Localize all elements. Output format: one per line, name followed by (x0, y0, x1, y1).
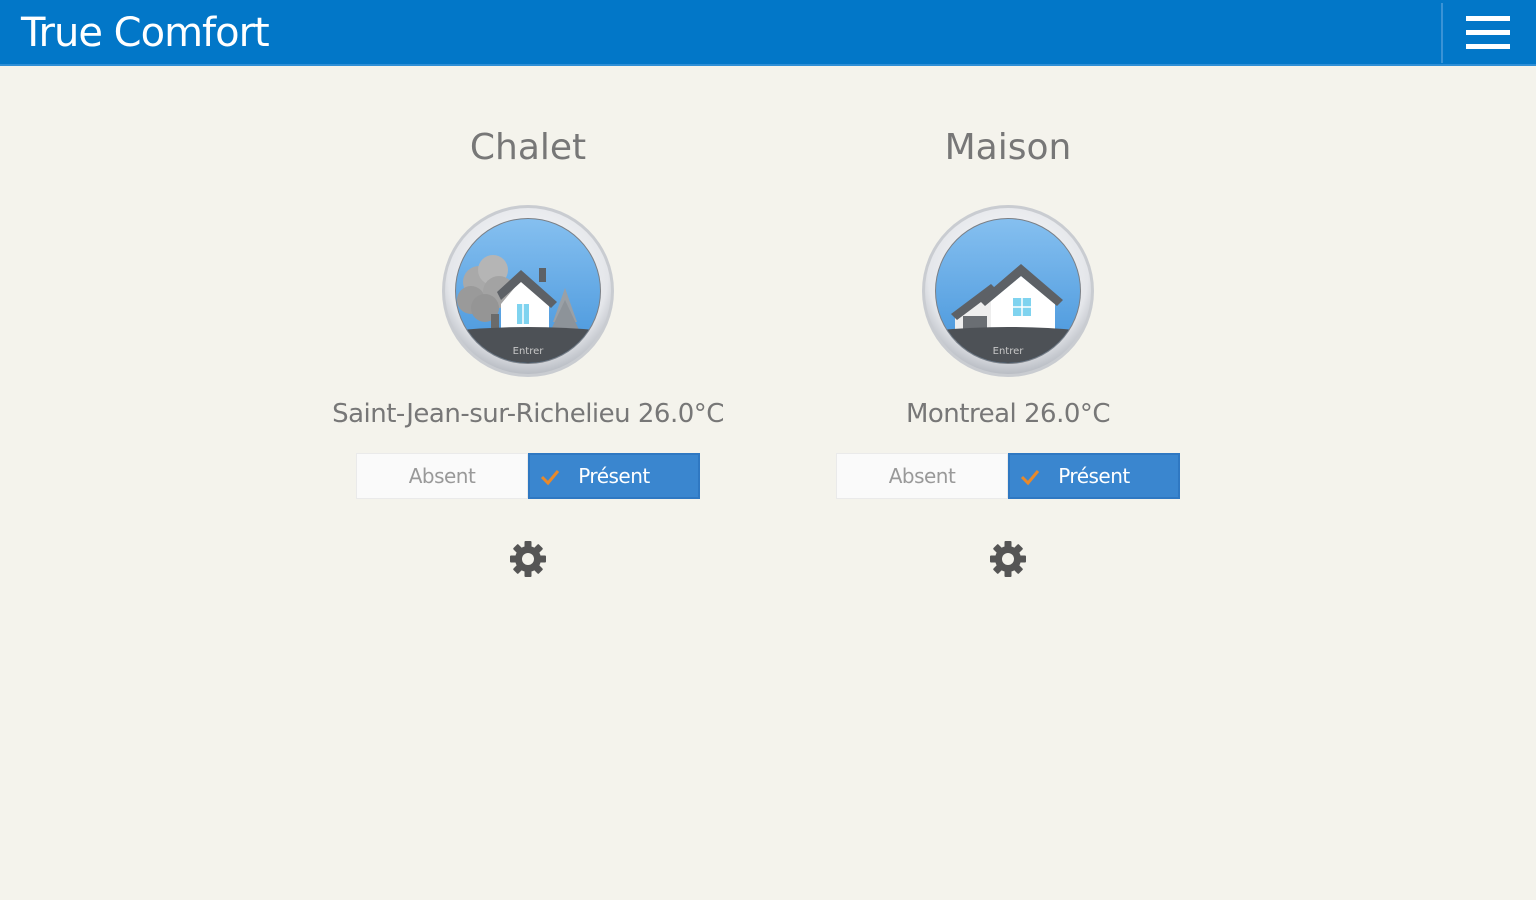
gear-icon (510, 541, 546, 577)
hamburger-menu-icon (1466, 16, 1510, 49)
enter-maison-button[interactable]: Entrer (921, 204, 1095, 378)
settings-button[interactable] (988, 539, 1028, 579)
gear-icon (990, 541, 1026, 577)
location-card-maison: Maison Entrer Montreal 26.0°C Absent Pré… (808, 118, 1208, 588)
header-divider (1441, 3, 1443, 63)
location-title: Maison (944, 127, 1072, 168)
check-icon (1020, 470, 1040, 486)
presence-toggle: Absent Présent (836, 453, 1180, 499)
present-option[interactable]: Présent (528, 453, 700, 499)
location-card-chalet: Chalet Entrer Saint-Jean-sur-Richelieu 2… (328, 118, 728, 588)
app-title: True Comfort (21, 10, 270, 56)
present-option[interactable]: Présent (1008, 453, 1180, 499)
house-caption: Entrer (513, 346, 545, 357)
present-label: Présent (578, 464, 650, 488)
house-garage-icon: Entrer (922, 205, 1094, 377)
enter-chalet-button[interactable]: Entrer (441, 204, 615, 378)
location-info: Saint-Jean-sur-Richelieu 26.0°C (332, 399, 724, 429)
chalet-house-icon: Entrer (442, 205, 614, 377)
settings-button[interactable] (508, 539, 548, 579)
menu-button[interactable] (1444, 0, 1536, 64)
presence-toggle: Absent Présent (356, 453, 700, 499)
location-info: Montreal 26.0°C (905, 399, 1111, 429)
app-header: True Comfort (0, 0, 1536, 66)
location-title: Chalet (469, 127, 587, 168)
check-icon (540, 470, 560, 486)
house-caption: Entrer (993, 346, 1025, 357)
absent-option[interactable]: Absent (356, 453, 528, 499)
present-label: Présent (1058, 464, 1130, 488)
absent-option[interactable]: Absent (836, 453, 1008, 499)
